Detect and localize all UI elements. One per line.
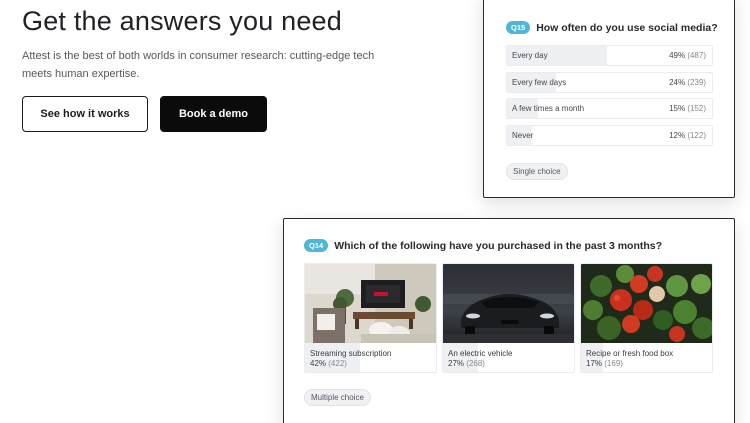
answer-result: 24% (239) [669, 78, 706, 87]
answer-caption: Recipe or fresh food box 17% (169) [586, 349, 673, 369]
book-a-demo-button[interactable]: Book a demo [160, 96, 267, 132]
answer-option[interactable]: Every few days 24% (239) [506, 71, 713, 93]
answer-option[interactable]: Never 12% (122) [506, 124, 713, 146]
question-header: Q14 Which of the following have you purc… [304, 239, 662, 252]
question-type-tag: Single choice [506, 163, 568, 180]
answer-result: 17% (169) [586, 359, 673, 369]
living-room-tv-image [305, 264, 436, 343]
answer-percent: 42% [310, 359, 327, 368]
answer-caption: An electric vehicle 27% (268) [448, 349, 512, 369]
question-header: Q15 How often do you use social media? [506, 21, 718, 34]
hero-description: Attest is the best of both worlds in con… [22, 50, 375, 80]
answer-label: Every day [512, 51, 548, 60]
answer-count: (152) [687, 104, 706, 113]
answer-label: An electric vehicle [448, 349, 513, 358]
answer-percent: 24% [669, 77, 686, 87]
answer-label: A few times a month [512, 104, 585, 113]
answer-count: (268) [466, 359, 485, 368]
answer-count: (422) [328, 359, 347, 368]
answer-percent: 49% [669, 51, 686, 60]
fresh-vegetables-image [581, 264, 712, 343]
answer-percent: 17% [586, 359, 603, 368]
question-text: How often do you use social media? [536, 21, 718, 34]
answer-caption: Streaming subscription 42% (422) [310, 349, 391, 369]
answer-label: Recipe or fresh food box [586, 349, 674, 358]
image-answer-options: Streaming subscription 42% (422) An elec… [304, 263, 713, 373]
answer-count: (122) [687, 130, 706, 140]
answer-result: 49% (487) [669, 51, 706, 60]
question-number-badge: Q14 [304, 239, 329, 252]
answer-result: 42% (422) [310, 359, 391, 369]
answer-result: 27% (268) [448, 359, 512, 369]
answer-label: Streaming subscription [310, 349, 392, 358]
answer-percent: 15% [669, 104, 686, 113]
question-text: Which of the following have you purchase… [334, 239, 663, 252]
question-type-tag: Multiple choice [304, 389, 371, 406]
answer-count: (239) [687, 77, 706, 87]
electric-car-image [443, 264, 574, 343]
answer-options: Every day 49% (487) Every few days 24% (… [506, 45, 713, 151]
answer-count: (169) [604, 359, 623, 368]
hero-title: Get the answers you need [22, 6, 342, 36]
answer-option[interactable]: Every day 49% (487) [506, 45, 713, 66]
answer-label: Every few days [512, 77, 567, 87]
see-how-it-works-button[interactable]: See how it works [22, 96, 148, 132]
image-answer-option[interactable]: An electric vehicle 27% (268) [442, 263, 575, 373]
answer-option[interactable]: A few times a month 15% (152) [506, 98, 713, 119]
image-answer-option[interactable]: Streaming subscription 42% (422) [304, 263, 437, 373]
question-card-q15: Q15 How often do you use social media? E… [483, 0, 735, 198]
answer-count: (487) [687, 51, 706, 60]
answer-percent: 12% [669, 130, 686, 140]
answer-label: Never [512, 130, 534, 140]
answer-result: 12% (122) [669, 131, 706, 140]
question-card-q14: Q14 Which of the following have you purc… [283, 218, 735, 423]
answer-result: 15% (152) [669, 104, 706, 113]
question-number-badge: Q15 [506, 21, 531, 34]
answer-percent: 27% [448, 359, 465, 368]
image-answer-option[interactable]: Recipe or fresh food box 17% (169) [580, 263, 713, 373]
